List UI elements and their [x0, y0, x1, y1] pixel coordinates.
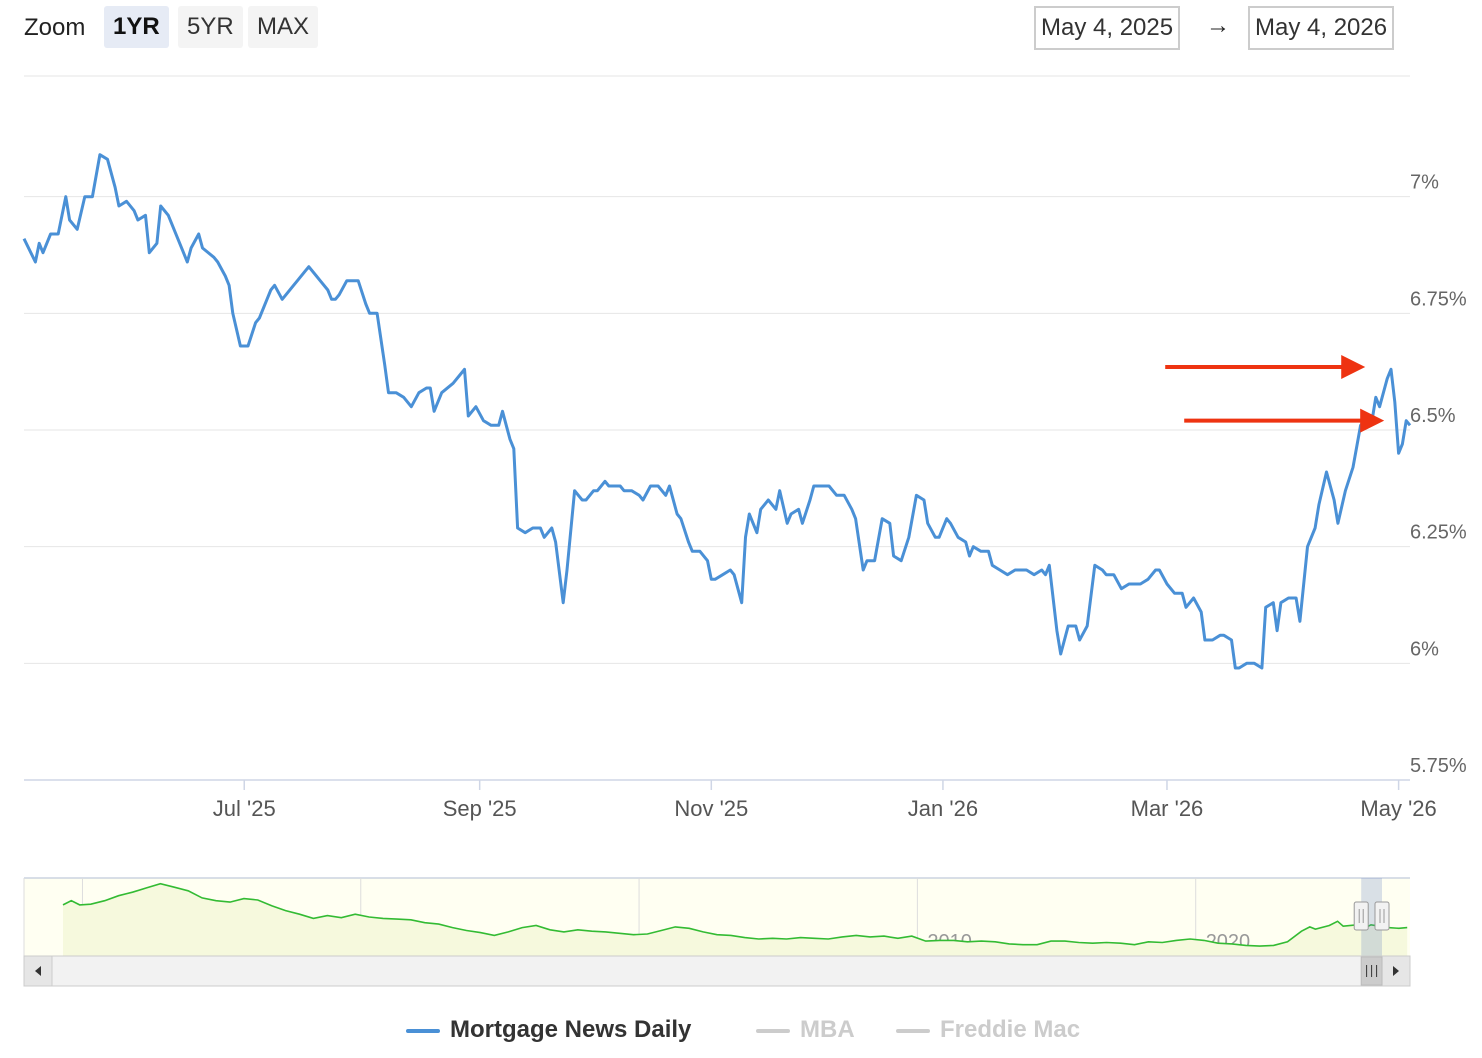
zoom-5yr-button[interactable]: 5YR: [178, 6, 243, 48]
navigator-handle-left: [1353, 901, 1369, 931]
zoom-max-button[interactable]: MAX: [248, 6, 319, 48]
legend-label: Mortgage News Daily: [450, 1016, 692, 1043]
zoom-label: Zoom: [24, 14, 86, 41]
to-date-input[interactable]: May 4, 2026: [1248, 6, 1395, 50]
x-tick-label: May '26: [1360, 796, 1436, 821]
range-toolbar: Zoom 1YR 5YR MAX May 4, 2025 → May 4, 20…: [0, 0, 1482, 60]
annotation-arrow-head: [1341, 355, 1366, 379]
legend-item-freddie-mac[interactable]: Freddie Mac: [896, 1016, 1080, 1044]
y-tick-label: 6.25%: [1410, 522, 1467, 544]
x-tick-label: Jul '25: [213, 796, 276, 821]
y-tick-label: 6.75%: [1410, 288, 1467, 310]
x-tick-label: Nov '25: [674, 796, 748, 821]
legend-label: Freddie Mac: [940, 1016, 1081, 1043]
legend-item-mortgage-news-daily[interactable]: Mortgage News Daily: [406, 1016, 691, 1044]
legend-label: MBA: [800, 1016, 855, 1043]
legend-item-mba[interactable]: MBA: [756, 1016, 855, 1044]
zoom-1yr-button[interactable]: 1YR: [104, 6, 169, 48]
scrollbar-track: [23, 955, 1411, 987]
series-line-mortgage-news-daily: [22, 153, 1412, 670]
x-tick-label: Sep '25: [443, 796, 517, 821]
legend-swatch: [406, 1028, 440, 1033]
x-tick-label: Jan '26: [908, 796, 978, 821]
navigator-handle-right: [1374, 901, 1390, 931]
y-tick-label: 6.5%: [1410, 405, 1456, 427]
from-date-input[interactable]: May 4, 2025: [1034, 6, 1181, 50]
legend-swatch: [896, 1028, 930, 1033]
y-tick-label: 6%: [1410, 638, 1439, 660]
y-tick-label: 7%: [1410, 172, 1439, 194]
navigator[interactable]: 19801990200020102020: [0, 860, 1482, 990]
y-tick-label: 5.75%: [1410, 755, 1467, 777]
date-range-arrow-icon: →: [1206, 12, 1230, 39]
mortgage-rate-chart: 5.75% 6% 6.25% 6.5% 6.75% 7% Jul '25 Sep '25 Nov…: [22, 75, 1467, 821]
legend-swatch: [756, 1028, 790, 1033]
chart-legend: Mortgage News Daily MBA Freddie Mac: [0, 1008, 1482, 1058]
x-tick-label: Mar '26: [1131, 796, 1204, 821]
